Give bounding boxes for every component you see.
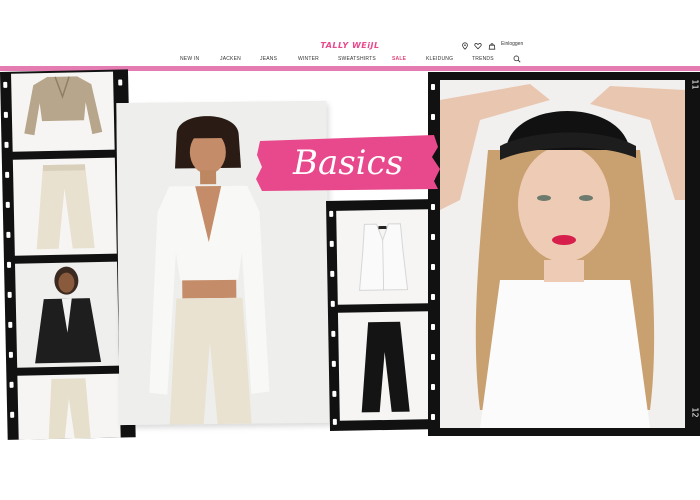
main-nav: NEW IN JACKEN JEANS WINTER SWEATSHIRTS S… (0, 56, 700, 66)
nav-kleidung[interactable]: KLEIDUNG (426, 56, 453, 62)
brand-logo[interactable]: TALLY WEiJL (300, 41, 400, 50)
product-thumb-white-vest[interactable] (336, 209, 430, 305)
nav-new-in[interactable]: NEW IN (180, 56, 199, 62)
product-thumb-trousers-cream[interactable] (12, 157, 117, 256)
film-frame-number-top: 11 (690, 79, 700, 90)
nav-jeans[interactable]: JEANS (260, 56, 277, 62)
model-cap-photo[interactable] (440, 80, 685, 428)
product-thumb-blazer[interactable] (15, 261, 120, 368)
nav-sweatshirts[interactable]: SWEATSHIRTS (338, 56, 376, 62)
nav-jacken[interactable]: JACKEN (220, 56, 241, 62)
bag-icon[interactable] (488, 41, 496, 51)
center-film-strip (326, 199, 442, 431)
product-thumb-jacket[interactable] (11, 71, 115, 152)
nav-sale[interactable]: SALE (392, 56, 406, 62)
film-frame-number-bottom: 12 (690, 407, 700, 418)
left-film-strip (0, 69, 136, 440)
location-pin-icon[interactable] (461, 41, 469, 51)
nav-winter[interactable]: WINTER (298, 56, 319, 62)
site-header: TALLY WEiJL Einloggen NEW IN JACKEN JEAN… (0, 36, 700, 70)
product-thumb-trousers-partial[interactable] (17, 373, 121, 440)
login-link[interactable]: Einloggen (501, 41, 523, 47)
heart-icon[interactable] (474, 41, 482, 51)
nav-trends[interactable]: TRENDS (472, 56, 494, 62)
search-icon[interactable] (513, 54, 521, 64)
product-thumb-black-trousers[interactable] (337, 311, 432, 421)
basics-headline-tag[interactable]: Basics (256, 133, 440, 193)
basics-headline: Basics (292, 143, 404, 183)
